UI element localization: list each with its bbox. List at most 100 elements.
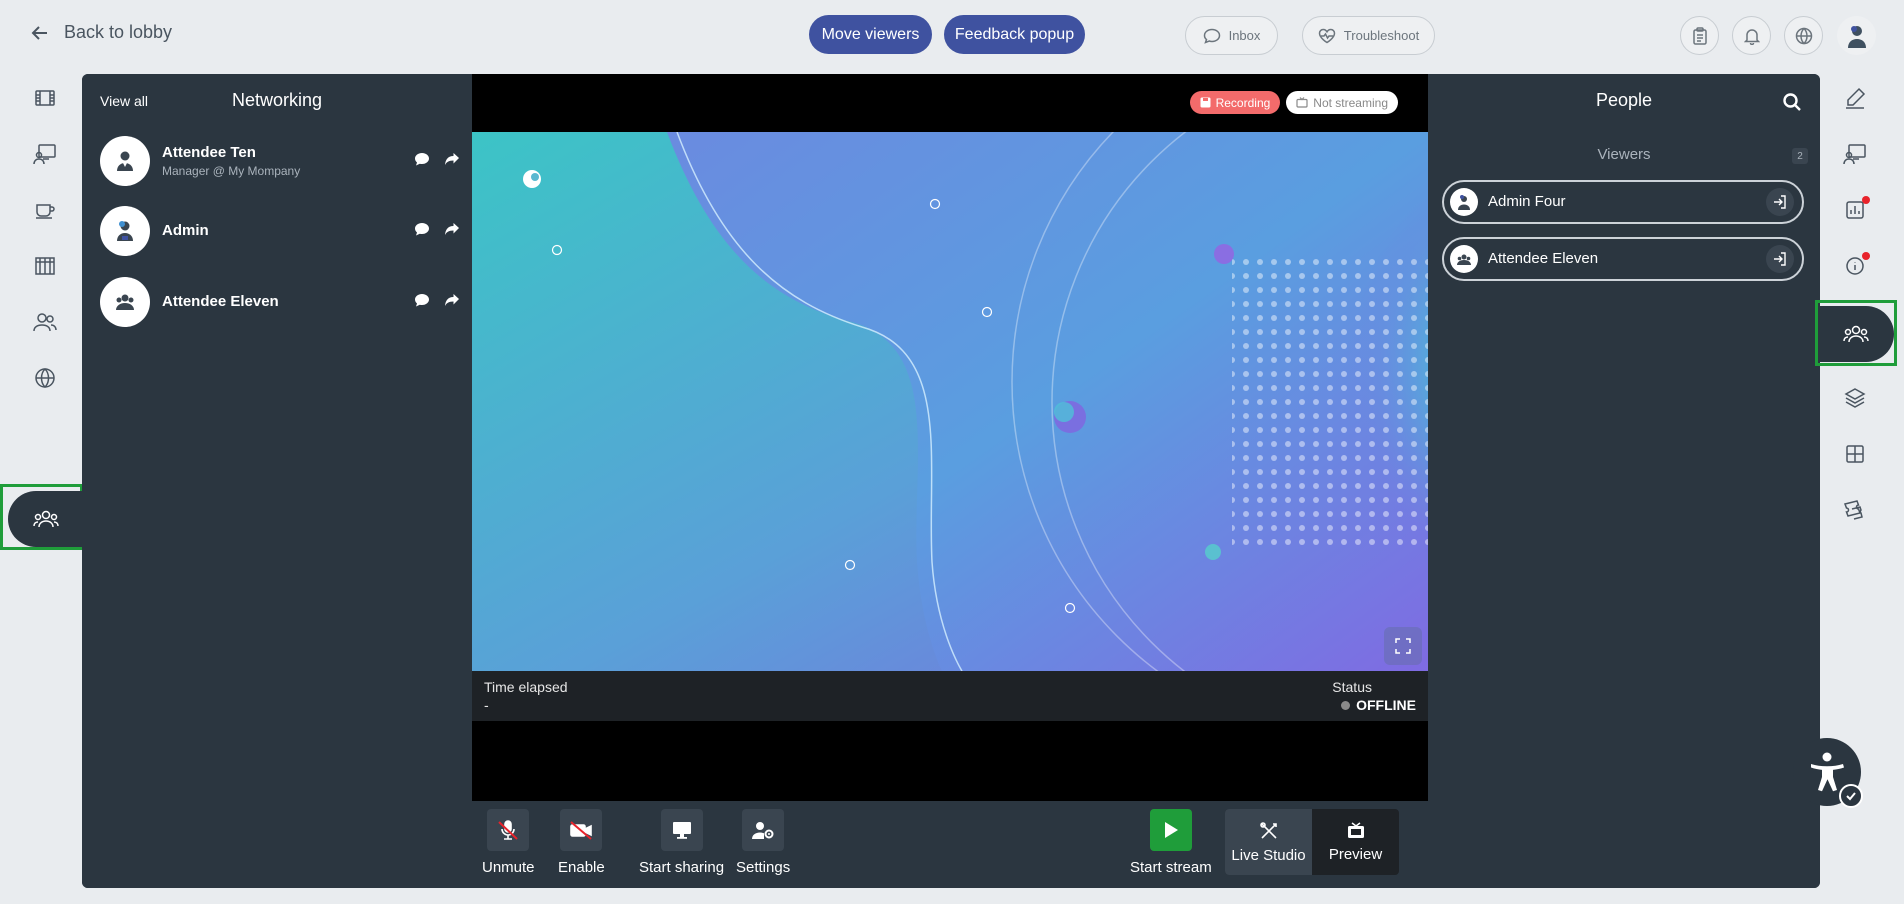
status-text: OFFLINE (1356, 697, 1416, 713)
back-to-lobby-label: Back to lobby (64, 22, 173, 42)
share-arrow-icon[interactable] (444, 152, 460, 167)
inbox-label: Inbox (1228, 28, 1261, 43)
main-container: View all Networking Attendee Ten Manager… (82, 74, 1820, 888)
view-all-link[interactable]: View all (100, 93, 148, 109)
info-icon (1845, 256, 1865, 276)
share-arrow-icon[interactable] (444, 222, 460, 237)
feedback-popup-button[interactable]: Feedback popup (944, 15, 1085, 54)
fullscreen-icon (1395, 638, 1411, 654)
stream-info-bar: Time elapsed - Status OFFLINE (472, 671, 1428, 721)
avatar (100, 277, 150, 327)
bell-icon (1743, 27, 1760, 45)
enable-camera-button[interactable]: Enable (558, 809, 605, 876)
networking-title: Networking (232, 90, 323, 110)
check-icon (1839, 784, 1863, 808)
preview-button[interactable]: Preview (1312, 809, 1399, 875)
move-viewer-button[interactable] (1766, 188, 1794, 216)
viewer-row[interactable]: Admin Four (1442, 180, 1804, 224)
enable-label: Enable (558, 859, 605, 876)
right-rail-layers[interactable] (1834, 378, 1876, 418)
user-avatar[interactable] (1837, 16, 1876, 55)
avatar (1450, 245, 1478, 273)
chat-icon[interactable] (414, 293, 430, 308)
people-panel: People Viewers 2 Admin Four Attendee Ele… (1428, 74, 1820, 888)
people-group-icon (1843, 324, 1869, 344)
left-rail-stage[interactable] (24, 136, 66, 172)
stage-controls: Unmute Enable Start sharing Settings Sta… (472, 801, 1428, 888)
right-rail-stage[interactable] (1834, 134, 1876, 174)
viewer-row[interactable]: Attendee Eleven (1442, 237, 1804, 281)
monitor-icon (660, 809, 703, 851)
attendee-row[interactable]: Admin (100, 206, 460, 256)
sign-in-icon (1773, 252, 1787, 266)
chat-icon[interactable] (414, 222, 430, 237)
troubleshoot-button[interactable]: Troubleshoot (1302, 16, 1435, 55)
right-rail-grid[interactable] (1834, 434, 1876, 474)
language-button[interactable] (1784, 16, 1823, 55)
right-rail-info[interactable] (1834, 246, 1876, 286)
booth-icon (34, 256, 56, 276)
film-icon (34, 88, 56, 108)
poll-chart-icon (1845, 200, 1865, 220)
live-studio-button[interactable]: Live Studio (1225, 809, 1312, 875)
layers-icon (1844, 387, 1866, 409)
sign-in-icon (1773, 195, 1787, 209)
attendee-name: Attendee Eleven (162, 293, 279, 310)
share-arrow-icon[interactable] (444, 293, 460, 308)
preview-label: Preview (1328, 845, 1383, 863)
inbox-button[interactable]: Inbox (1185, 16, 1278, 55)
left-rail-film[interactable] (24, 80, 66, 116)
save-icon (1200, 97, 1211, 108)
left-rail-people[interactable] (24, 304, 66, 340)
not-streaming-label: Not streaming (1313, 95, 1388, 110)
attendee-row[interactable]: Attendee Ten Manager @ My Mompany (100, 136, 460, 186)
camera-off-icon (560, 809, 603, 851)
status-value: OFFLINE (1341, 697, 1416, 713)
mic-off-icon (487, 809, 530, 851)
accessibility-icon (1807, 751, 1847, 793)
right-rail-tickets[interactable] (1834, 490, 1876, 530)
networking-panel: View all Networking Attendee Ten Manager… (82, 74, 471, 888)
tv-icon (1346, 821, 1366, 840)
attendee-name: Attendee Ten (162, 144, 256, 161)
notification-dot (1862, 196, 1870, 204)
notification-dot (1862, 252, 1870, 260)
view-mode-toggle: Live Studio Preview (1225, 809, 1399, 875)
notifications-button[interactable] (1732, 16, 1771, 55)
right-rail-polls[interactable] (1834, 190, 1876, 230)
status-label: Status (1332, 679, 1372, 695)
live-studio-label: Live Studio (1231, 846, 1306, 864)
search-icon[interactable] (1782, 92, 1802, 112)
avatar (100, 136, 150, 186)
left-rail-lounge[interactable] (24, 192, 66, 228)
tickets-icon (1843, 499, 1867, 521)
clipboard-button[interactable] (1680, 16, 1719, 55)
back-to-lobby-link[interactable]: Back to lobby (30, 22, 172, 43)
attendee-row[interactable]: Attendee Eleven (100, 277, 460, 327)
move-viewers-button[interactable]: Move viewers (809, 15, 932, 54)
start-sharing-button[interactable]: Start sharing (639, 809, 724, 876)
presentation-icon (1843, 143, 1867, 165)
chat-icon[interactable] (414, 152, 430, 167)
attendee-subtitle: Manager @ My Mompany (162, 164, 301, 178)
move-viewer-button[interactable] (1766, 245, 1794, 273)
right-rail-people-active[interactable] (1815, 300, 1897, 366)
troubleshoot-label: Troubleshoot (1343, 28, 1420, 43)
settings-button[interactable]: Settings (736, 809, 790, 876)
left-rail-networking-active[interactable] (0, 484, 83, 550)
start-stream-label: Start stream (1130, 859, 1212, 876)
start-stream-button[interactable]: Start stream (1130, 809, 1212, 876)
left-rail (0, 74, 83, 904)
left-rail-expo[interactable] (24, 248, 66, 284)
globe-icon (1795, 26, 1813, 45)
status-dot (1341, 700, 1351, 710)
left-rail-globe[interactable] (24, 360, 66, 396)
unmute-button[interactable]: Unmute (482, 809, 535, 876)
viewers-count-badge: 2 (1792, 148, 1808, 164)
fullscreen-button[interactable] (1384, 627, 1422, 665)
settings-label: Settings (736, 859, 791, 876)
avatar (100, 206, 150, 256)
video-preview (472, 132, 1428, 671)
accessibility-button[interactable] (1793, 738, 1863, 808)
right-rail-edit[interactable] (1834, 78, 1876, 118)
